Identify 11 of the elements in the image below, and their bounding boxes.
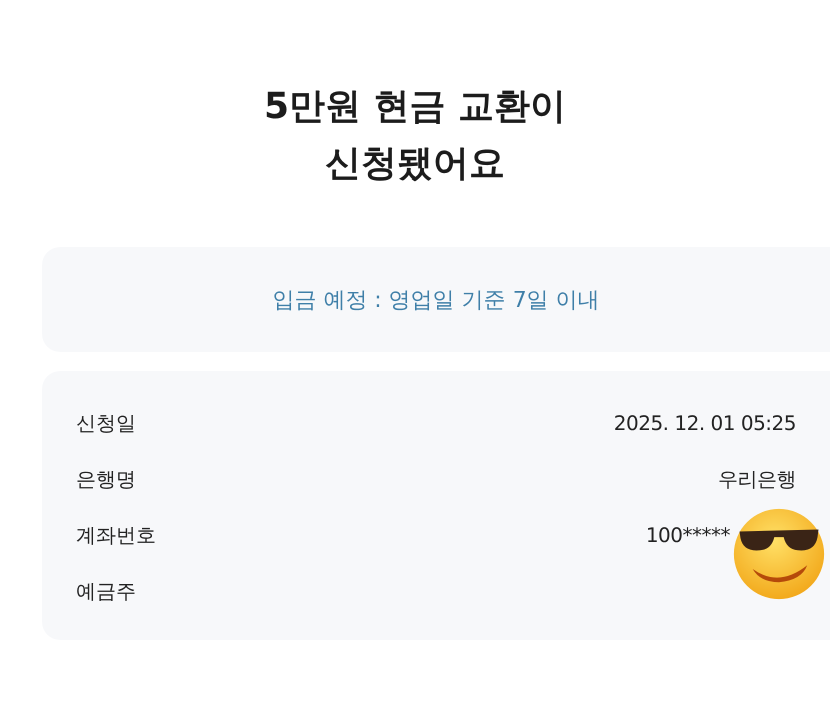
detail-value: 2025. 12. 01 05:25 <box>614 411 796 435</box>
page-title: 5만원 현금 교환이 <box>264 85 566 129</box>
detail-label: 계좌번호 <box>76 522 156 548</box>
detail-value: 100***** <box>646 523 730 547</box>
page-title: 신청됐어요 <box>325 142 505 186</box>
sunglasses-emoji-icon <box>732 507 826 601</box>
detail-label: 은행명 <box>76 466 136 492</box>
detail-label: 신청일 <box>76 410 136 436</box>
detail-value: 우리은행 <box>718 466 796 492</box>
deposit-notice: 입금 예정 : 영업일 기준 7일 이내 <box>272 286 600 314</box>
detail-label: 예금주 <box>76 578 136 604</box>
